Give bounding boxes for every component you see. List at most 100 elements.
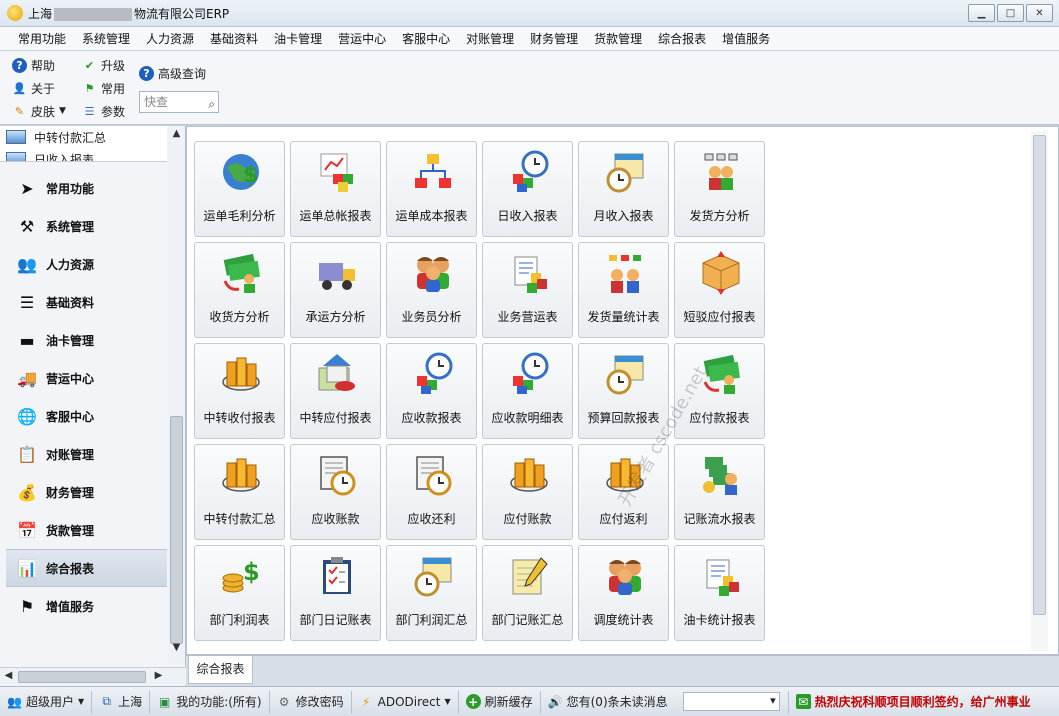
search-icon[interactable]: ⌕ [208,94,215,114]
report-tile[interactable]: 收货方分析 [194,242,285,338]
scroll-up-icon[interactable]: ▲ [168,128,185,142]
minimize-button[interactable]: ▁ [968,4,995,22]
report-tile-label: 运单成本报表 [395,209,468,223]
sidebar-nav-item[interactable]: ⚑ 增值服务 [6,587,167,625]
help-button[interactable]: ? 帮助 [12,55,55,75]
common-button[interactable]: ⚑ 常用 [82,78,125,98]
sidebar-nav-item[interactable]: 🚚 营运中心 [6,359,167,397]
report-tile[interactable]: $ 运单毛利分析 [194,141,285,237]
report-tile[interactable]: 月收入报表 [578,141,669,237]
upgrade-button[interactable]: ✔ 升级 [82,55,125,75]
list-item[interactable]: 中转付款汇总 [0,126,167,148]
report-tile[interactable]: 应收款明细表 [482,343,573,439]
quick-search-input[interactable]: 快查 ⌕ [139,91,219,113]
close-button[interactable]: ✕ [1026,4,1053,22]
menu-item[interactable]: 油卡管理 [266,27,330,51]
gear-icon: ⚙ [278,694,290,709]
report-tile[interactable]: 部门记账汇总 [482,545,573,641]
sidebar-favorites-list: 中转付款汇总 日收入报表 [0,126,167,162]
report-tile[interactable]: 业务员分析 [386,242,477,338]
about-button[interactable]: 👤 关于 [12,78,55,98]
menu-item[interactable]: 财务管理 [522,27,586,51]
report-tile[interactable]: 应收账款 [290,444,381,540]
report-icon [6,130,26,144]
content-scrollbar[interactable] [1031,131,1048,651]
report-tile[interactable]: 运单总帐报表 [290,141,381,237]
report-tile[interactable]: 应付款报表 [674,343,765,439]
sidebar-nav-item[interactable]: 💰 财务管理 [6,473,167,511]
user-menu[interactable]: 👥 超级用户 ▼ [0,690,93,713]
menu-item[interactable]: 人力资源 [138,27,202,51]
report-tile[interactable]: $ 部门利润表 [194,545,285,641]
tab-report[interactable]: 综合报表 [188,656,253,684]
report-tile[interactable]: 中转应付报表 [290,343,381,439]
report-tile[interactable]: 部门利润汇总 [386,545,477,641]
db-label: ADODirect [377,694,441,709]
sidebar-hscrollbar[interactable]: ◀ ▶ [0,667,186,685]
report-tile[interactable]: 运单成本报表 [386,141,477,237]
flag-icon: ⚑ [19,596,35,616]
sidebar-nav-item[interactable]: 🌐 客服中心 [6,397,167,435]
advanced-search-button[interactable]: ? 高级查询 [139,63,206,83]
sidebar-nav-item[interactable]: ☰ 基础资料 [6,283,167,321]
scrollbar-thumb[interactable] [18,671,146,683]
report-tile-label: 应收账款 [311,512,360,526]
scroll-right-icon[interactable]: ▶ [150,670,167,684]
menu-item[interactable]: 系统管理 [74,27,138,51]
messages-item[interactable]: 🔊 您有(0)条未读消息 [541,691,675,713]
scrollbar-thumb[interactable] [1033,135,1046,615]
menu-item[interactable]: 综合报表 [650,27,714,51]
report-tile[interactable]: 中转收付报表 [194,343,285,439]
params-button[interactable]: ☰ 参数 [82,101,125,121]
report-tile[interactable]: 油卡统计报表 [674,545,765,641]
report-tile[interactable]: 部门日记账表 [290,545,381,641]
report-tile[interactable]: 应收还利 [386,444,477,540]
sidebar-scrollbar[interactable]: ▲ ▼ [168,126,185,664]
message-select[interactable] [682,692,780,711]
scroll-left-icon[interactable]: ◀ [0,670,17,684]
report-tile[interactable]: 记账流水报表 [674,444,765,540]
report-tile[interactable]: 中转付款汇总 [194,444,285,540]
report-tile[interactable]: 发货方分析 [674,141,765,237]
report-tile[interactable]: 发货量统计表 [578,242,669,338]
report-tile[interactable]: 日收入报表 [482,141,573,237]
menu-item[interactable]: 货款管理 [586,27,650,51]
report-tile[interactable]: 应收款报表 [386,343,477,439]
sidebar-nav-item[interactable]: 📅 货款管理 [6,511,167,549]
report-tile-label: 应付款报表 [689,411,750,425]
sidebar-nav-label: 人力资源 [46,257,95,272]
sidebar-nav-item[interactable]: 📋 对账管理 [6,435,167,473]
sidebar-nav-item[interactable]: 📊 综合报表 [6,549,167,587]
sidebar-nav-item[interactable]: ⚒ 系统管理 [6,207,167,245]
menu-item[interactable]: 营运中心 [330,27,394,51]
sidebar-nav-item[interactable]: ▬ 油卡管理 [6,321,167,359]
menu-item[interactable]: 增值服务 [714,27,778,51]
report-tile[interactable]: 应付账款 [482,444,573,540]
report-tile[interactable]: 业务营运表 [482,242,573,338]
report-tile[interactable]: 短驳应付报表 [674,242,765,338]
city-item[interactable]: ⧉ 上海 [92,690,151,713]
hand-chart-icon [507,251,551,295]
sidebar-nav-item[interactable]: 👥 人力资源 [6,245,167,283]
report-tile[interactable]: 预算回款报表 [578,343,669,439]
db-menu[interactable]: ⚡ ADODirect ▼ [352,690,459,713]
skin-dropdown[interactable]: ✎ 皮肤 ▼ [12,101,66,121]
change-password-button[interactable]: ⚙ 修改密码 [270,690,352,713]
report-tile[interactable]: 调度统计表 [578,545,669,641]
sidebar-nav-item[interactable]: ➤ 常用功能 [6,169,167,207]
scrollbar-thumb[interactable] [170,416,183,644]
status-bar: 👥 超级用户 ▼ ⧉ 上海 ▣ 我的功能:(所有) ⚙ 修改密码 ⚡ ADODirect ▼ … [0,686,1059,716]
menu-item[interactable]: 客服中心 [394,27,458,51]
scroll-down-icon[interactable]: ▼ [168,642,185,656]
report-tile[interactable]: 应付返利 [578,444,669,540]
chart-bars-icon [603,453,647,497]
maximize-button[interactable]: □ [997,4,1024,22]
list-item[interactable]: 日收入报表 [0,148,167,161]
report-tile-label: 业务员分析 [401,310,462,324]
menu-item[interactable]: 对账管理 [458,27,522,51]
my-functions-item[interactable]: ▣ 我的功能:(所有) [150,690,270,713]
menu-item[interactable]: 常用功能 [10,27,74,51]
menu-item[interactable]: 基础资料 [202,27,266,51]
refresh-cache-button[interactable]: + 刷新缓存 [459,690,541,713]
report-tile[interactable]: 承运方分析 [290,242,381,338]
